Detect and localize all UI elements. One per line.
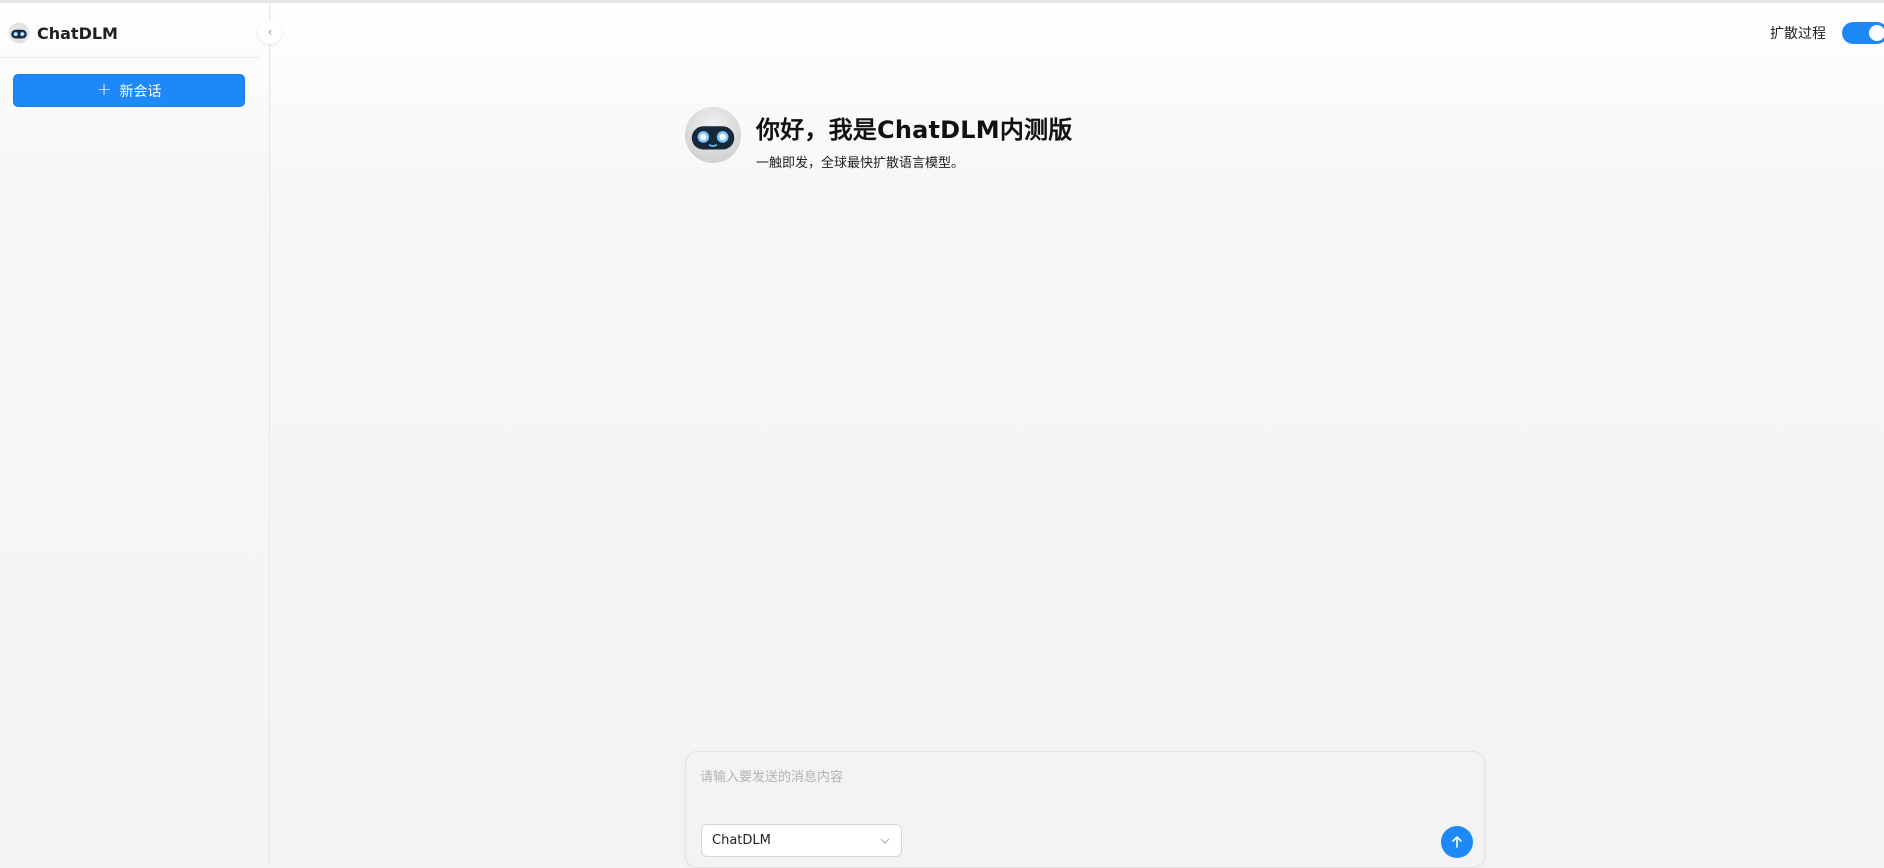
chevron-down-icon [880, 838, 890, 844]
collapse-sidebar-button[interactable]: ‹ [258, 20, 282, 44]
new-chat-label: 新会话 [119, 83, 162, 100]
brand: ChatDLM [8, 19, 118, 47]
model-select-value: ChatDLM [712, 833, 771, 848]
model-select[interactable]: ChatDLM [701, 824, 902, 857]
robot-face-icon [684, 106, 742, 164]
diffusion-toggle-group: 扩散过程 [1770, 21, 1884, 45]
welcome-block: 你好，我是ChatDLM内测版 一触即发，全球最快扩散语言模型。 [684, 106, 1072, 171]
robot-face-icon [8, 22, 30, 44]
welcome-text: 你好，我是ChatDLM内测版 一触即发，全球最快扩散语言模型。 [756, 106, 1072, 171]
message-input[interactable] [700, 764, 1460, 790]
message-composer: ChatDLM [685, 751, 1485, 868]
sidebar: ChatDLM + 新会话 [0, 3, 270, 865]
brand-name: ChatDLM [37, 23, 118, 43]
arrow-up-icon [1452, 836, 1462, 848]
main-area: 扩散过程 你好，我是ChatDLM内测版 一触即发，全球最快扩散语言模型。 请输… [271, 3, 1884, 868]
sidebar-divider [0, 57, 260, 58]
send-button[interactable] [1441, 826, 1473, 858]
toggle-knob [1869, 25, 1884, 41]
welcome-subtitle: 一触即发，全球最快扩散语言模型。 [756, 156, 965, 171]
chevron-left-icon: ‹ [267, 25, 273, 39]
diffusion-toggle-label: 扩散过程 [1770, 26, 1826, 42]
welcome-title: 你好，我是ChatDLM内测版 [756, 116, 1073, 144]
plus-icon: + [96, 78, 112, 100]
diffusion-toggle[interactable] [1842, 22, 1884, 44]
new-chat-button[interactable]: + 新会话 [13, 74, 245, 107]
